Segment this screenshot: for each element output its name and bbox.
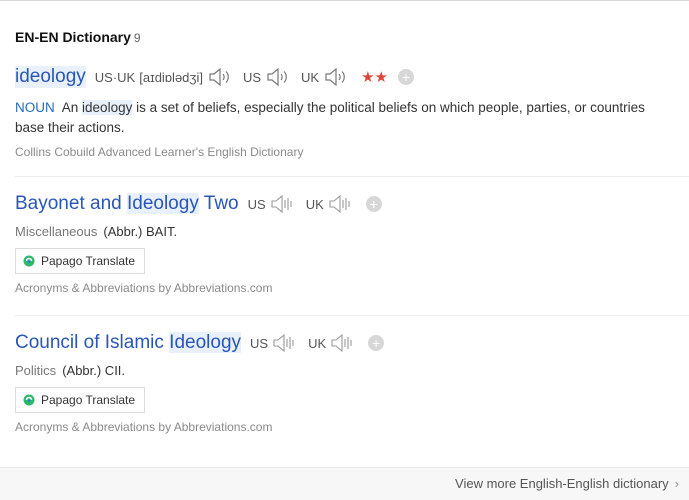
us-label: US xyxy=(247,196,266,212)
category-label: Politics xyxy=(15,363,57,378)
uk-label: UK xyxy=(301,69,320,85)
us-label: US xyxy=(250,335,269,351)
footer-bar: View more English-English dictionary › xyxy=(0,467,689,500)
divider xyxy=(15,176,689,177)
add-wordbook-icon[interactable]: + xyxy=(398,69,415,85)
speaker-uk-icon[interactable] xyxy=(330,333,356,353)
chevron-right-icon: › xyxy=(674,476,679,491)
section-title-text: EN-EN Dictionary xyxy=(15,29,131,45)
us-label: US xyxy=(242,69,262,85)
part-of-speech: NOUN xyxy=(15,100,55,115)
speaker-uk-icon[interactable] xyxy=(328,194,354,214)
uk-label: UK xyxy=(305,196,324,212)
speaker-us-icon[interactable] xyxy=(272,333,298,353)
word-part: Two xyxy=(203,193,239,214)
entry-word-link[interactable]: Council of Islamic Ideology xyxy=(15,332,242,354)
papago-icon xyxy=(23,255,35,267)
speaker-us-icon[interactable] xyxy=(270,194,296,214)
view-more-label: View more English-English dictionary xyxy=(455,476,669,491)
source-label: Collins Cobuild Advanced Learner's Engli… xyxy=(15,145,304,159)
top-divider xyxy=(0,0,689,1)
add-wordbook-icon[interactable]: + xyxy=(368,335,385,351)
papago-label: Papago Translate xyxy=(41,393,136,407)
word-highlight: Ideology xyxy=(126,193,199,214)
view-more-link[interactable]: View more English-English dictionary › xyxy=(455,476,679,491)
papago-translate-button[interactable]: Papago Translate xyxy=(15,248,146,274)
source-label: Acronyms & Abbreviations by Abbreviation… xyxy=(15,420,273,434)
definition: NOUN An ideology is a set of beliefs, es… xyxy=(15,98,675,138)
papago-translate-button[interactable]: Papago Translate xyxy=(15,387,146,413)
def-highlight: ideology xyxy=(82,100,133,115)
word-part: Bayonet and xyxy=(15,193,122,214)
papago-label: Papago Translate xyxy=(41,254,136,268)
category-label: Miscellaneous xyxy=(15,224,98,239)
entry-ideology: ideology US·UK [aɪdiɒlədʒi] US UK ★★ + N… xyxy=(15,66,675,159)
def-text-pre: An xyxy=(61,100,79,115)
word-part: Council of Islamic xyxy=(15,332,164,353)
section-title: EN-EN Dictionary 9 xyxy=(15,29,141,45)
star-rating: ★★ xyxy=(361,69,389,86)
speaker-us-icon[interactable] xyxy=(265,67,291,87)
gloss-text: (Abbr.) BAIT. xyxy=(103,224,178,239)
entry-bayonet: Bayonet and Ideology Two US UK + Miscell… xyxy=(15,193,675,295)
word-highlight: Ideology xyxy=(169,332,242,353)
ipa-text: [aɪdiɒlədʒi] xyxy=(139,69,203,85)
uk-label: UK xyxy=(308,335,327,351)
source-label: Acronyms & Abbreviations by Abbreviation… xyxy=(15,281,273,295)
entry-word-link[interactable]: Bayonet and Ideology Two xyxy=(15,193,239,215)
speaker-icon[interactable] xyxy=(207,67,233,87)
papago-icon xyxy=(23,394,35,406)
result-count: 9 xyxy=(133,31,141,45)
add-wordbook-icon[interactable]: + xyxy=(365,196,382,212)
pron-label: US·UK xyxy=(94,69,136,85)
divider xyxy=(15,315,689,316)
entry-council: Council of Islamic Ideology US UK + Poli… xyxy=(15,332,675,434)
speaker-uk-icon[interactable] xyxy=(323,67,349,87)
gloss-text: (Abbr.) CII. xyxy=(62,363,126,378)
entry-word-link[interactable]: ideology xyxy=(15,66,86,88)
